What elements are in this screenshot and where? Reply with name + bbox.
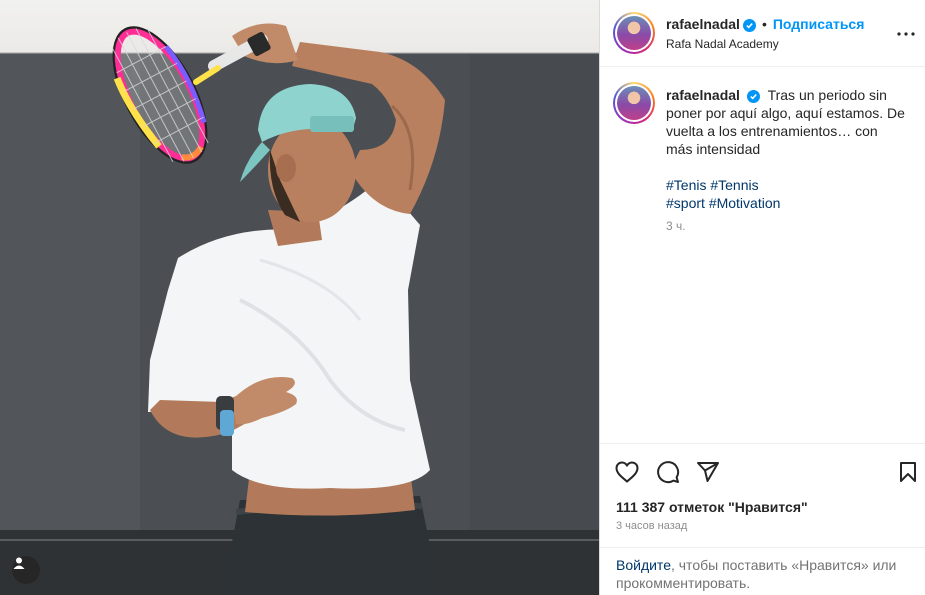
caption-timestamp[interactable]: 3 ч. [666, 219, 686, 233]
caption-username[interactable]: rafaelnadal [666, 87, 740, 103]
caption-author-avatar[interactable] [613, 82, 655, 124]
hashtag-link[interactable]: #Tennis [710, 177, 758, 193]
comment-icon [657, 461, 680, 484]
hashtags: #Tenis #Tennis #sport #Motivation [666, 176, 906, 212]
post-timestamp[interactable]: 3 часов назад [616, 520, 687, 532]
post-header: rafaelnadal • Подписаться Rafa Nadal Acade… [600, 0, 925, 67]
share-button[interactable] [695, 459, 721, 485]
login-prompt: Войдите, чтобы поставить «Нравится» или … [600, 547, 925, 595]
likes-count[interactable]: 111 387 отметок "Нравится" [616, 499, 808, 515]
post-sidebar: rafaelnadal • Подписаться Rafa Nadal Acade… [599, 0, 925, 595]
post-location[interactable]: Rafa Nadal Academy [666, 37, 779, 51]
like-button[interactable] [614, 459, 640, 485]
comment-button[interactable] [655, 459, 681, 485]
hashtag-link[interactable]: #Tenis [666, 177, 706, 193]
bookmark-icon [900, 462, 916, 482]
hashtag-link[interactable]: #sport [666, 195, 705, 211]
post-photo[interactable] [0, 0, 599, 595]
save-button[interactable] [895, 459, 921, 485]
action-bar [600, 443, 925, 495]
paper-plane-icon [697, 462, 719, 482]
heart-icon [615, 461, 639, 483]
login-link[interactable]: Войдите [616, 557, 671, 573]
author-username[interactable]: rafaelnadal [666, 16, 740, 32]
verified-badge-icon [746, 90, 760, 103]
post-caption: rafaelnadal Tras un periodo sin poner po… [666, 86, 906, 158]
user-icon [13, 557, 25, 569]
more-horizontal-icon [897, 32, 915, 36]
user-tags-button[interactable] [12, 556, 40, 584]
verified-badge-icon [742, 19, 756, 32]
author-avatar[interactable] [613, 12, 655, 54]
tennis-player-image [0, 23, 599, 595]
separator-dot: • [761, 16, 767, 32]
hashtag-link[interactable]: #Motivation [709, 195, 781, 211]
more-options-button[interactable] [896, 24, 916, 44]
follow-button[interactable]: Подписаться [773, 16, 865, 32]
